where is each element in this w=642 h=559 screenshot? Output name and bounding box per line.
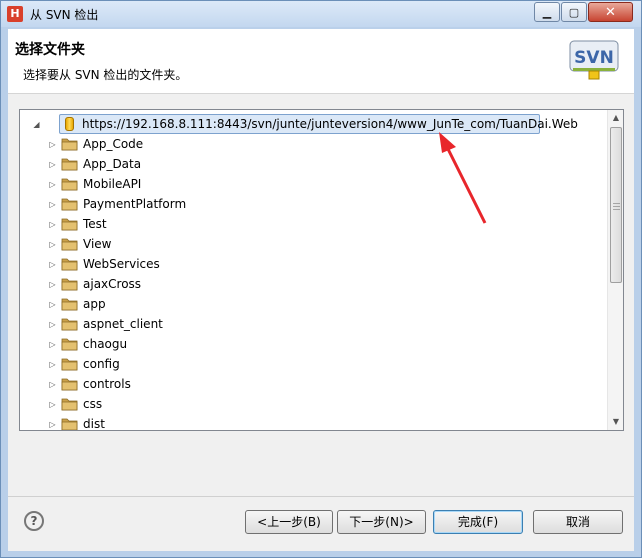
expand-icon[interactable]: ▷: [48, 400, 57, 409]
svn-logo-icon: SVN: [569, 40, 619, 80]
tree-folder-row[interactable]: ▷ dist: [20, 414, 600, 431]
folder-icon: [61, 358, 78, 371]
expand-icon[interactable]: ▷: [48, 160, 57, 169]
folder-icon: [61, 318, 78, 331]
folder-tree[interactable]: ◢ https://192.168.8.111:8443/svn/junte/j…: [19, 109, 624, 431]
folder-icon: [61, 378, 78, 391]
expand-icon[interactable]: ▷: [48, 380, 57, 389]
tree-folder-row[interactable]: ▷ PaymentPlatform: [20, 194, 600, 214]
expand-icon[interactable]: ▷: [48, 280, 57, 289]
tree-folder-row[interactable]: ▷ WebServices: [20, 254, 600, 274]
tree-folder-label: aspnet_client: [83, 317, 163, 331]
folder-icon: [61, 258, 78, 271]
collapse-icon[interactable]: ◢: [32, 120, 41, 129]
expand-icon[interactable]: ▷: [48, 220, 57, 229]
scroll-down-icon[interactable]: ▼: [608, 414, 623, 430]
tree-folder-label: MobileAPI: [83, 177, 142, 191]
tree-folder-row[interactable]: ▷ ajaxCross: [20, 274, 600, 294]
tree-folder-label: App_Code: [83, 137, 144, 151]
tree-folder-row[interactable]: ▷ app: [20, 294, 600, 314]
tree-folder-row[interactable]: ▷ App_Data: [20, 154, 600, 174]
dialog-window: H 从 SVN 检出 ▁ ▢ ✕ 选择文件夹 选择要从 SVN 检出的文件夹。 …: [0, 0, 642, 558]
dialog-client: 选择文件夹 选择要从 SVN 检出的文件夹。 SVN ◢ https://192…: [8, 29, 634, 551]
page-description: 选择要从 SVN 检出的文件夹。: [23, 68, 188, 82]
maximize-icon: ▢: [568, 5, 580, 19]
finish-button[interactable]: 完成(F): [433, 510, 523, 534]
tree-folder-label: chaogu: [83, 337, 128, 351]
wizard-header: 选择文件夹 选择要从 SVN 检出的文件夹。 SVN: [8, 29, 634, 94]
scroll-up-icon[interactable]: ▲: [608, 110, 623, 126]
expand-icon[interactable]: ▷: [48, 360, 57, 369]
tree-folder-row[interactable]: ▷ View: [20, 234, 600, 254]
expand-icon[interactable]: ▷: [48, 180, 57, 189]
tree-folder-label: View: [83, 237, 112, 251]
help-icon[interactable]: ?: [24, 511, 44, 531]
expand-icon[interactable]: ▷: [48, 420, 57, 429]
minimize-button[interactable]: ▁: [534, 2, 560, 22]
tree-folder-label: controls: [83, 377, 131, 391]
expand-icon[interactable]: ▷: [48, 240, 57, 249]
folder-icon: [61, 218, 78, 231]
folder-icon: [61, 238, 78, 251]
tree-folder-row[interactable]: ▷ config: [20, 354, 600, 374]
tree-folder-label: dist: [83, 417, 105, 431]
scrollbar-grip-icon: ― ― ―: [613, 199, 620, 213]
window-title: 从 SVN 检出: [30, 8, 99, 22]
expand-icon[interactable]: ▷: [48, 300, 57, 309]
folder-icon: [61, 278, 78, 291]
back-button[interactable]: <上一步(B): [245, 510, 333, 534]
folder-icon: [61, 138, 78, 151]
tree-folder-row[interactable]: ▷ chaogu: [20, 334, 600, 354]
folder-icon: [61, 398, 78, 411]
scrollbar-thumb[interactable]: ― ― ―: [610, 127, 622, 283]
folder-icon: [61, 178, 78, 191]
tree-folder-row[interactable]: ▷ MobileAPI: [20, 174, 600, 194]
tree-folder-label: Test: [83, 217, 107, 231]
tree-folder-row[interactable]: ▷ css: [20, 394, 600, 414]
expand-icon[interactable]: ▷: [48, 140, 57, 149]
tree-root-selection[interactable]: https://192.168.8.111:8443/svn/junte/jun…: [59, 114, 578, 134]
tree-folder-row[interactable]: ▷ aspnet_client: [20, 314, 600, 334]
expand-icon[interactable]: ▷: [48, 260, 57, 269]
tree-folder-label: css: [83, 397, 103, 411]
svg-text:SVN: SVN: [574, 48, 614, 68]
button-separator: [8, 496, 634, 497]
folder-icon: [61, 338, 78, 351]
folder-icon: [61, 298, 78, 311]
tree-folder-label: PaymentPlatform: [83, 197, 187, 211]
tree-folder-label: app: [83, 297, 106, 311]
tree-folder-row[interactable]: ▷ controls: [20, 374, 600, 394]
tree-folder-label: WebServices: [83, 257, 160, 271]
page-title: 选择文件夹: [15, 42, 85, 58]
next-button[interactable]: 下一步(N)>: [337, 510, 426, 534]
tree-root-label: https://192.168.8.111:8443/svn/junte/jun…: [82, 117, 578, 131]
tree-folder-label: ajaxCross: [83, 277, 142, 291]
folder-icon: [61, 158, 78, 171]
tree-folder-row[interactable]: ▷ App_Code: [20, 134, 600, 154]
expand-icon[interactable]: ▷: [48, 320, 57, 329]
expand-icon[interactable]: ▷: [48, 340, 57, 349]
cancel-button[interactable]: 取消: [533, 510, 623, 534]
title-bar[interactable]: H 从 SVN 检出 ▁ ▢ ✕: [1, 1, 641, 27]
maximize-button[interactable]: ▢: [561, 2, 587, 22]
app-icon: H: [7, 6, 23, 22]
tree-folder-label: config: [83, 357, 120, 371]
folder-icon: [61, 198, 78, 211]
expand-icon[interactable]: ▷: [48, 200, 57, 209]
tree-folder-label: App_Data: [83, 157, 142, 171]
vertical-scrollbar[interactable]: ▲ ― ― ― ▼: [607, 110, 623, 430]
tree-folder-row[interactable]: ▷ Test: [20, 214, 600, 234]
folder-icon: [61, 418, 78, 430]
close-button[interactable]: ✕: [588, 2, 633, 22]
close-icon: ✕: [605, 4, 616, 20]
minimize-icon: ▁: [542, 5, 552, 19]
repository-icon: [65, 117, 74, 131]
